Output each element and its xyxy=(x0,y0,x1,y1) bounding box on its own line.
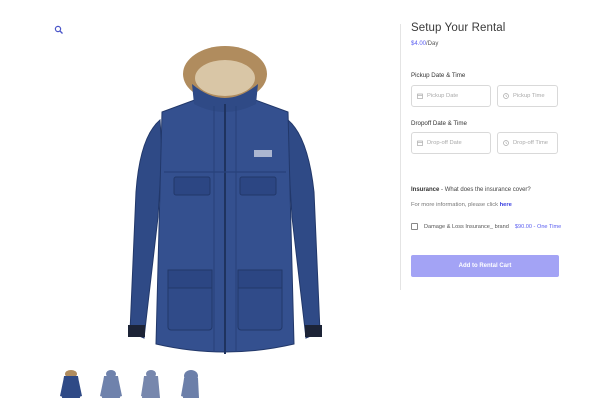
rental-price: $4.00/Day xyxy=(411,41,561,47)
rental-panel: Setup Your Rental $4.00/Day Pickup Date … xyxy=(411,22,561,277)
pickup-date-field[interactable]: Pickup Date xyxy=(411,85,491,107)
rental-title: Setup Your Rental xyxy=(411,22,506,34)
insurance-more-info: For more information, please click here xyxy=(411,202,512,208)
zoom-icon[interactable] xyxy=(54,22,64,34)
pickup-date-placeholder: Pickup Date xyxy=(427,93,459,99)
insurance-checkbox[interactable] xyxy=(411,223,418,230)
insurance-question: Insurance - What does the insurance cove… xyxy=(411,187,531,193)
dropoff-time-placeholder: Drop-off Time xyxy=(513,140,549,146)
add-to-rental-cart-button[interactable]: Add to Rental Cart xyxy=(411,255,559,277)
pickup-label: Pickup Date & Time xyxy=(411,72,466,79)
thumbnail-strip xyxy=(58,368,204,400)
thumbnail-side[interactable] xyxy=(138,368,164,400)
insurance-question-text[interactable]: - What does the insurance cover? xyxy=(439,187,531,193)
thumbnail-hood[interactable] xyxy=(178,368,204,400)
calendar-icon xyxy=(417,140,423,146)
calendar-icon xyxy=(417,93,423,99)
price-unit: /Day xyxy=(426,41,439,47)
pickup-time-field[interactable]: Pickup Time xyxy=(497,85,558,107)
more-info-text: For more information, please click xyxy=(411,202,500,208)
clock-icon xyxy=(503,93,509,99)
clock-icon xyxy=(503,140,509,146)
panel-divider xyxy=(400,24,401,290)
price-value: $4.00 xyxy=(411,41,427,47)
dropoff-date-placeholder: Drop-off Date xyxy=(427,140,462,146)
thumbnail-back[interactable] xyxy=(98,368,124,400)
insurance-option[interactable]: Damage & Loss Insurance_ brand $90.00 - … xyxy=(411,223,561,230)
insurance-option-label: Damage & Loss Insurance_ brand xyxy=(424,223,509,230)
dropoff-label: Dropoff Date & Time xyxy=(411,120,467,127)
dropoff-time-field[interactable]: Drop-off Time xyxy=(497,132,558,154)
dropoff-date-field[interactable]: Drop-off Date xyxy=(411,132,491,154)
insurance-option-price: $90.00 - One Time xyxy=(514,223,562,230)
product-main-image[interactable] xyxy=(100,42,350,364)
insurance-info-link[interactable]: here xyxy=(500,202,512,208)
thumbnail-front[interactable] xyxy=(58,368,84,400)
insurance-label: Insurance xyxy=(411,187,440,193)
pickup-time-placeholder: Pickup Time xyxy=(513,93,545,99)
